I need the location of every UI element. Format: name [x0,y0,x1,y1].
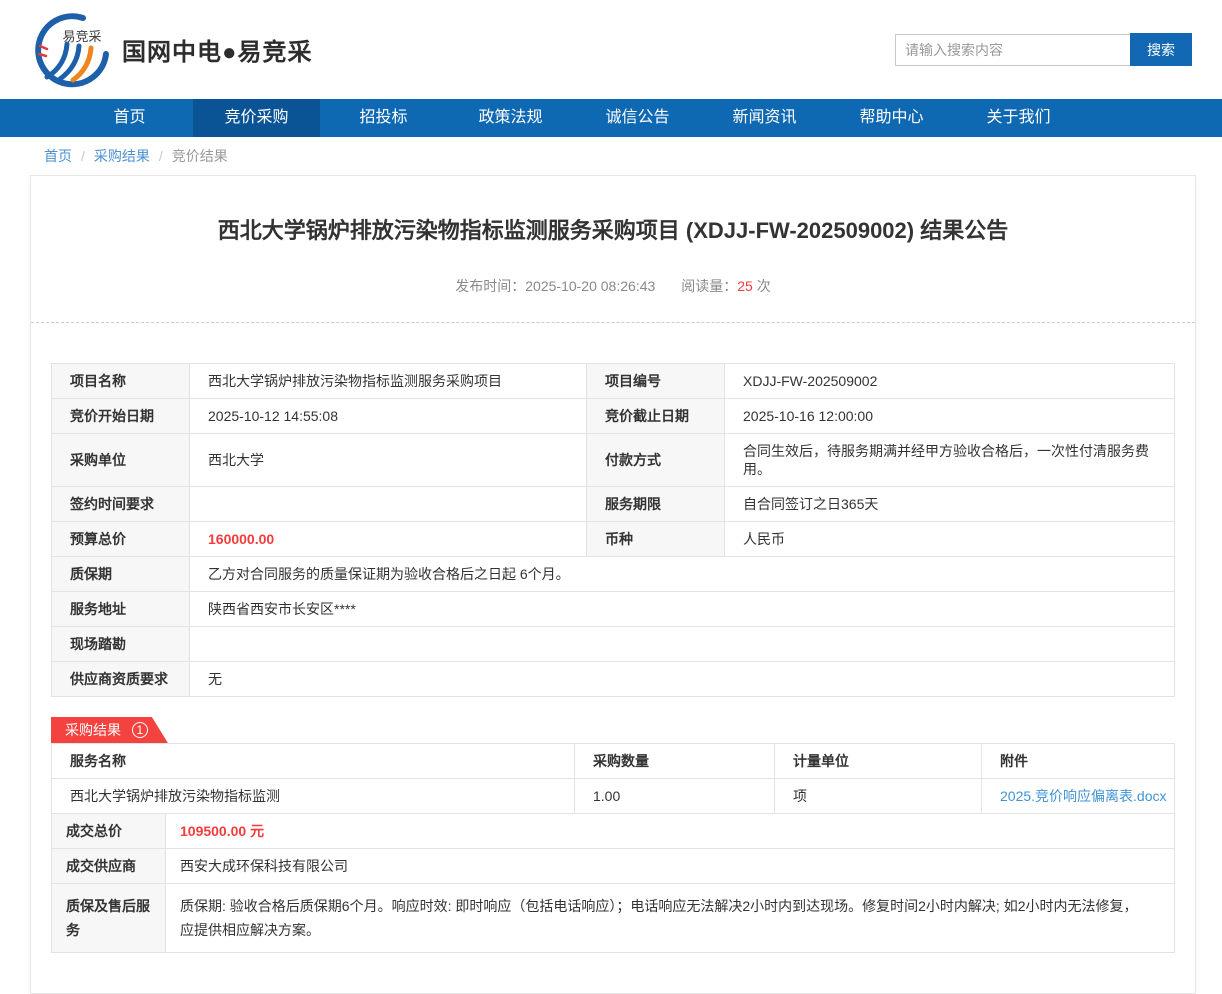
field-label: 采购单位 [52,434,190,487]
field-value: 2025-10-12 14:55:08 [190,399,587,434]
field-value [190,487,587,522]
field-value [190,627,1175,662]
content-panel: 西北大学锅炉排放污染物指标监测服务采购项目 (XDJJ-FW-202509002… [30,175,1196,994]
field-value: 2025-10-16 12:00:00 [725,399,1175,434]
main-nav: 首页 竞价采购 招投标 政策法规 诚信公告 新闻资讯 帮助中心 关于我们 [0,99,1222,137]
field-label: 服务期限 [587,487,725,522]
views-unit: 次 [757,278,771,294]
field-label: 币种 [587,522,725,557]
field-value: 西北大学 [190,434,587,487]
column-header: 计量单位 [775,744,982,779]
search-box: 搜索 [895,33,1192,66]
project-info-table: 项目名称 西北大学锅炉排放污染物指标监测服务采购项目 项目编号 XDJJ-FW-… [51,363,1175,697]
breadcrumb-procurement-results[interactable]: 采购结果 [94,146,150,166]
nav-item-home[interactable]: 首页 [66,99,193,137]
divider [31,322,1195,323]
table-row: 成交总价 109500.00 元 [52,814,1175,849]
article-meta: 发布时间：2025-10-20 08:26:43 阅读量：25 次 [51,276,1175,296]
publish-time-label: 发布时间： [455,278,525,294]
field-value: XDJJ-FW-202509002 [725,364,1175,399]
publish-time: 2025-10-20 08:26:43 [525,278,655,294]
nav-item-tender[interactable]: 招投标 [320,99,447,137]
quantity: 1.00 [575,779,775,814]
site-logo: 易竞采 [30,9,112,91]
breadcrumb-home[interactable]: 首页 [44,146,72,166]
logo-graphic: 易竞采 [30,9,112,91]
field-value: 陕西省西安市长安区**** [190,592,1175,627]
table-row: 供应商资质要求 无 [52,662,1175,697]
views-label: 阅读量： [681,278,737,294]
column-header: 采购数量 [575,744,775,779]
breadcrumb-separator: / [81,148,85,164]
field-label: 服务地址 [52,592,190,627]
result-badge-label: 采购结果 [65,722,121,738]
nav-item-integrity[interactable]: 诚信公告 [574,99,701,137]
table-row: 西北大学锅炉排放污染物指标监测 1.00 项 2025.竞价响应偏离表.docx [52,779,1175,814]
column-header: 附件 [982,744,1175,779]
breadcrumb-separator: / [159,148,163,164]
field-label: 成交总价 [52,814,166,849]
field-label: 签约时间要求 [52,487,190,522]
table-row: 成交供应商 西安大成环保科技有限公司 [52,849,1175,884]
field-value: 西北大学锅炉排放污染物指标监测服务采购项目 [190,364,587,399]
logo-text: 易竞采 [62,29,101,44]
breadcrumb-current: 竞价结果 [172,146,228,166]
field-label: 付款方式 [587,434,725,487]
field-label: 质保及售后服务 [52,884,166,953]
table-row: 签约时间要求 服务期限 自合同签订之日365天 [52,487,1175,522]
nav-item-bidding-purchase[interactable]: 竞价采购 [193,99,320,137]
table-row: 质保及售后服务 质保期: 验收合格后质保期6个月。响应时效: 即时响应（包括电话… [52,884,1175,953]
nav-item-news[interactable]: 新闻资讯 [701,99,828,137]
nav-item-policy[interactable]: 政策法规 [447,99,574,137]
table-row: 服务地址 陕西省西安市长安区**** [52,592,1175,627]
field-label: 质保期 [52,557,190,592]
table-row: 现场踏勘 [52,627,1175,662]
field-value: 西安大成环保科技有限公司 [166,849,1175,884]
field-value: 人民币 [725,522,1175,557]
field-label: 成交供应商 [52,849,166,884]
field-label: 现场踏勘 [52,627,190,662]
field-label: 项目名称 [52,364,190,399]
result-table: 服务名称 采购数量 计量单位 附件 西北大学锅炉排放污染物指标监测 1.00 项… [51,743,1175,814]
page-title: 西北大学锅炉排放污染物指标监测服务采购项目 (XDJJ-FW-202509002… [51,176,1175,244]
nav-item-about[interactable]: 关于我们 [955,99,1082,137]
field-label: 供应商资质要求 [52,662,190,697]
field-value: 乙方对合同服务的质量保证期为验收合格后之日起 6个月。 [190,557,1175,592]
field-value: 质保期: 验收合格后质保期6个月。响应时效: 即时响应（包括电话响应）；电话响应… [166,884,1175,953]
field-label: 预算总价 [52,522,190,557]
field-label: 项目编号 [587,364,725,399]
budget-total-value: 160000.00 [190,522,587,557]
deal-total-price: 109500.00 元 [166,814,1175,849]
service-name: 西北大学锅炉排放污染物指标监测 [52,779,575,814]
search-input[interactable] [895,34,1130,66]
table-row: 采购单位 西北大学 付款方式 合同生效后，待服务期满并经甲方验收合格后，一次性付… [52,434,1175,487]
result-detail-table: 成交总价 109500.00 元 成交供应商 西安大成环保科技有限公司 质保及售… [51,813,1175,953]
unit: 项 [775,779,982,814]
views-count: 25 [737,278,753,294]
field-value: 合同生效后，待服务期满并经甲方验收合格后，一次性付清服务费用。 [725,434,1175,487]
field-value: 无 [190,662,1175,697]
result-badge: 采购结果 1 [51,717,168,743]
table-row: 质保期 乙方对合同服务的质量保证期为验收合格后之日起 6个月。 [52,557,1175,592]
field-value: 自合同签订之日365天 [725,487,1175,522]
breadcrumb: 首页 / 采购结果 / 竞价结果 [0,137,1222,175]
table-row: 竞价开始日期 2025-10-12 14:55:08 竞价截止日期 2025-1… [52,399,1175,434]
attachment-link[interactable]: 2025.竞价响应偏离表.docx [1000,788,1167,804]
table-row: 预算总价 160000.00 币种 人民币 [52,522,1175,557]
result-badge-number: 1 [132,722,148,738]
site-header: 易竞采 国网中电●易竞采 搜索 [0,0,1222,99]
site-title: 国网中电●易竞采 [122,32,313,67]
nav-item-help[interactable]: 帮助中心 [828,99,955,137]
table-row: 项目名称 西北大学锅炉排放污染物指标监测服务采购项目 项目编号 XDJJ-FW-… [52,364,1175,399]
table-header-row: 服务名称 采购数量 计量单位 附件 [52,744,1175,779]
column-header: 服务名称 [52,744,575,779]
field-label: 竞价开始日期 [52,399,190,434]
field-label: 竞价截止日期 [587,399,725,434]
search-button[interactable]: 搜索 [1130,33,1192,66]
